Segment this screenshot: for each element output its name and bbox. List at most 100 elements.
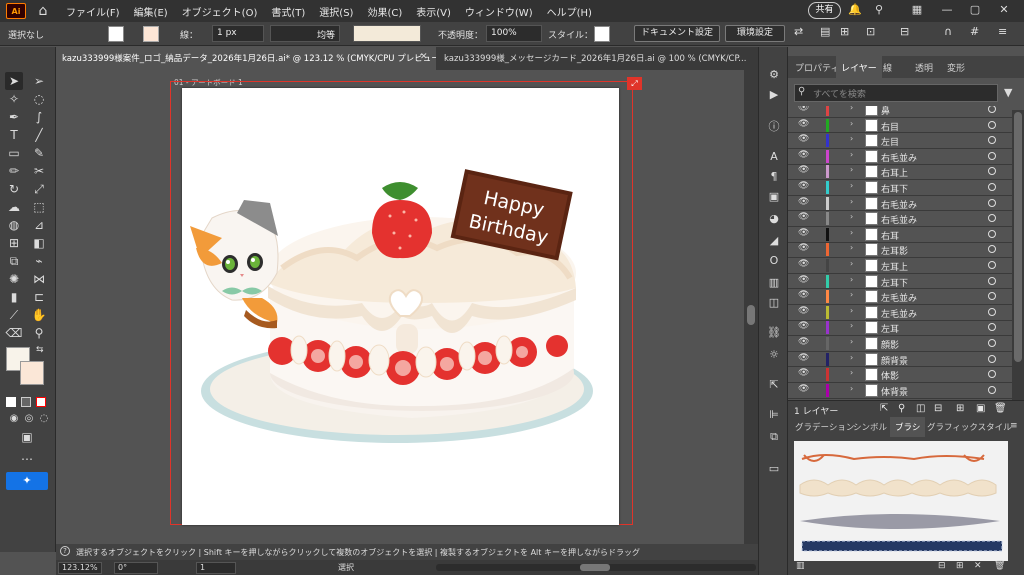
stroke-swatch[interactable] <box>143 26 159 42</box>
expand-arrow-icon[interactable]: › <box>850 134 853 143</box>
swatches-icon[interactable]: ◕ <box>766 211 782 227</box>
layer-row[interactable]: 👁 › 右耳下 <box>788 180 1024 196</box>
swap-colors-icon[interactable]: ⇆ <box>36 345 44 355</box>
delete-brush-icon[interactable]: 🗑 <box>994 561 1005 571</box>
vertical-scrollbar[interactable] <box>744 70 758 544</box>
layer-row[interactable]: 👁 › 体背景 <box>788 383 1024 399</box>
shape-builder-icon[interactable]: ◍ <box>5 216 23 234</box>
expand-arrow-icon[interactable]: › <box>850 165 853 174</box>
help-icon[interactable]: ? <box>60 546 70 556</box>
target-circle-icon[interactable] <box>988 183 996 191</box>
paintbrush-tool-icon[interactable]: ✎ <box>30 144 48 162</box>
target-circle-icon[interactable] <box>988 229 996 238</box>
maximize-icon[interactable]: ▢ <box>968 3 982 17</box>
canvas-area[interactable]: 01 - アートボード 1 ⤢ Happy Birthday <box>56 70 744 544</box>
magnet-icon[interactable]: ∩ <box>944 25 952 38</box>
visibility-eye-icon[interactable]: 👁 <box>798 259 809 269</box>
expand-arrow-icon[interactable]: › <box>850 228 853 237</box>
visibility-eye-icon[interactable]: 👁 <box>798 212 809 222</box>
tab-transparency[interactable]: 透明 <box>910 56 938 78</box>
preferences-button[interactable]: 環境設定 <box>725 25 785 42</box>
search-icon[interactable]: ⚲ <box>872 3 886 17</box>
gradient-mode-icon[interactable] <box>21 397 31 407</box>
menu-edit[interactable]: 編集(E) <box>134 4 168 19</box>
new-layer-icon[interactable]: ⊞ <box>956 403 964 414</box>
sun-icon[interactable]: ☼ <box>766 347 782 363</box>
rotation-field[interactable]: 0° <box>114 562 158 574</box>
align-panel-icon[interactable]: ⊫ <box>766 407 782 423</box>
layer-row[interactable]: 👁 › 右耳上 <box>788 164 1024 181</box>
eyedropper-icon[interactable]: ⌁ <box>30 252 48 270</box>
gradient-tool-icon[interactable]: ◧ <box>30 234 48 252</box>
layer-row[interactable]: 👁 › 左耳影 <box>788 242 1024 259</box>
filter-icon[interactable]: ▼ <box>1004 86 1012 99</box>
target-circle-icon[interactable] <box>988 136 996 145</box>
target-circle-icon[interactable] <box>988 214 996 223</box>
delete-layer-icon[interactable]: 🗑 <box>994 403 1007 414</box>
target-circle-icon[interactable] <box>988 354 996 363</box>
paragraph-icon[interactable]: ¶ <box>766 169 782 185</box>
visibility-eye-icon[interactable]: 👁 <box>798 290 809 300</box>
pathfinder-icon[interactable]: ⊡ <box>866 25 875 38</box>
color-mode-icon[interactable] <box>6 397 16 407</box>
document-settings-button[interactable]: ドキュメント設定 <box>634 25 720 42</box>
snap-icon[interactable]: ⊟ <box>900 25 909 38</box>
visibility-eye-icon[interactable]: 👁 <box>798 119 809 129</box>
workspace-icon[interactable]: ▦ <box>910 3 924 17</box>
target-circle-icon[interactable] <box>988 385 996 394</box>
target-circle-icon[interactable] <box>988 245 996 254</box>
visibility-eye-icon[interactable]: 👁 <box>798 165 809 175</box>
pathfinder-panel-icon[interactable]: ⧉ <box>766 429 782 445</box>
home-icon[interactable]: ⌂ <box>34 3 52 19</box>
target-circle-icon[interactable] <box>988 120 996 129</box>
visibility-eye-icon[interactable]: 👁 <box>798 197 809 207</box>
brush-options-icon[interactable]: ⊟ <box>938 561 946 571</box>
draw-inside-icon[interactable]: ◌ <box>35 410 53 428</box>
expand-arrow-icon[interactable]: › <box>850 119 853 128</box>
export-layer-icon[interactable]: ⇱ <box>880 403 888 414</box>
stroke-color-swatch[interactable] <box>20 361 44 385</box>
expand-arrow-icon[interactable]: › <box>850 290 853 299</box>
expand-arrow-icon[interactable]: › <box>850 181 853 190</box>
tab-symbols[interactable]: シンボル <box>848 417 892 437</box>
target-circle-icon[interactable] <box>988 276 996 285</box>
layers-scrollbar[interactable] <box>1012 110 1024 400</box>
tab-stroke[interactable]: 線 <box>878 56 897 78</box>
layer-row[interactable]: 👁 › 左毛並み <box>788 289 1024 305</box>
visibility-eye-icon[interactable]: 👁 <box>798 368 809 378</box>
bell-icon[interactable]: 🔔 <box>848 3 862 17</box>
screen-mode-icon[interactable]: ▣ <box>18 428 36 446</box>
remove-stroke-icon[interactable]: ✕ <box>974 561 982 571</box>
generative-icon[interactable]: ✦ <box>6 472 48 490</box>
target-circle-icon[interactable] <box>988 106 996 113</box>
layer-row[interactable]: 👁 › 鼻 <box>788 106 1024 118</box>
layer-row[interactable]: 👁 › 右耳 <box>788 227 1024 243</box>
tab-message-card[interactable]: kazu333999様_メッセージカード_2026年1月26日.ai @ 100… <box>438 47 754 70</box>
style-swatch[interactable] <box>594 26 610 42</box>
layer-row[interactable]: 👁 › 左耳下 <box>788 274 1024 290</box>
scissors-tool-icon[interactable]: ✂ <box>30 162 48 180</box>
locate-object-icon[interactable]: ⚲ <box>898 403 905 414</box>
align-icon[interactable]: ▤ <box>820 25 830 38</box>
minimize-icon[interactable]: — <box>940 3 954 17</box>
expand-arrow-icon[interactable]: › <box>850 106 853 112</box>
artboard-options-icon[interactable]: ⤢ <box>627 77 642 90</box>
book-icon[interactable]: ▥ <box>766 275 782 291</box>
expand-arrow-icon[interactable]: › <box>850 275 853 284</box>
artboard-tool-icon[interactable]: ⊏ <box>30 288 48 306</box>
play-action-icon[interactable]: ▶ <box>766 87 782 103</box>
zoom-field[interactable]: 123.12% <box>58 562 102 574</box>
target-circle-icon[interactable] <box>988 370 996 379</box>
pen-tool-icon[interactable]: ✒ <box>5 108 23 126</box>
layer-row[interactable]: 👁 › 体影 <box>788 367 1024 383</box>
layer-row[interactable]: 👁 › 左毛並み <box>788 305 1024 321</box>
scale-tool-icon[interactable]: ⤢ <box>30 180 48 198</box>
close-tab-icon[interactable]: ✕ <box>420 52 428 62</box>
menu-view[interactable]: 表示(V) <box>416 4 451 19</box>
menu-window[interactable]: ウィンドウ(W) <box>465 4 533 19</box>
visibility-eye-icon[interactable]: 👁 <box>798 181 809 191</box>
artboards-panel-icon[interactable]: ▭ <box>766 461 782 477</box>
target-circle-icon[interactable] <box>988 167 996 176</box>
tab-transform[interactable]: 変形 <box>942 56 970 78</box>
layer-row[interactable]: 👁 › 左目 <box>788 133 1024 149</box>
